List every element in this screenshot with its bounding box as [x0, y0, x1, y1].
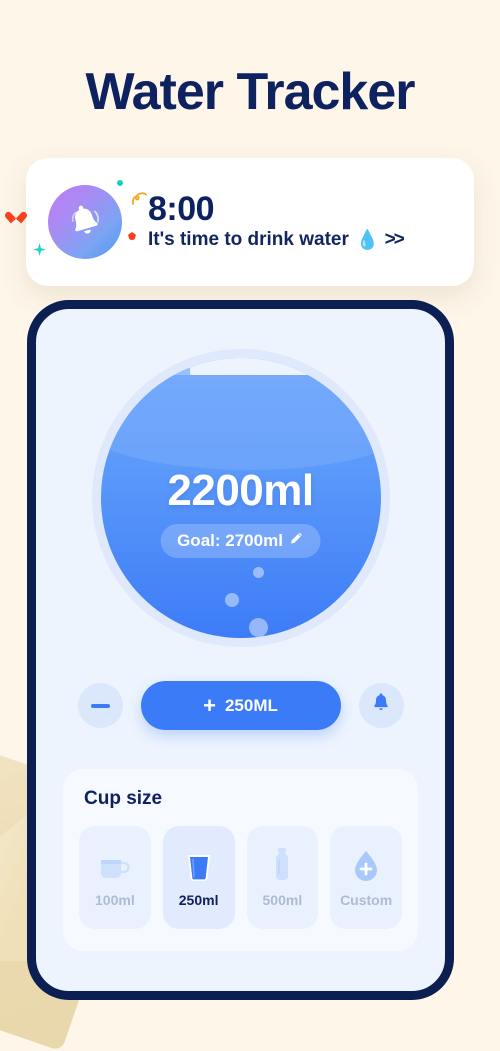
minus-icon — [90, 703, 110, 708]
decrease-water-button[interactable] — [77, 683, 123, 728]
cup-size-label: Custom — [340, 892, 393, 908]
cup-size-title: Cup size — [84, 788, 163, 809]
water-bubble — [224, 593, 239, 607]
confetti-heart-icon — [10, 210, 23, 222]
water-bubble — [252, 567, 264, 578]
water-progress-ring: 2200ml Goal: 2700ml — [91, 349, 390, 647]
plus-icon: + — [203, 692, 216, 718]
notification-text-block: 8:00 It's time to drink water 💧 >> — [148, 189, 405, 253]
chevron-forward-icon[interactable]: >> — [385, 229, 405, 251]
cup-size-label: 250ml — [178, 892, 219, 908]
water-wave-main — [100, 374, 381, 470]
goal-pill[interactable]: Goal: 2700ml — [160, 524, 321, 558]
cup-size-option-100ml[interactable]: 100ml — [79, 826, 151, 929]
cup-size-option-500ml[interactable]: 500ml — [246, 826, 319, 929]
bottle-icon — [269, 847, 295, 883]
page-title: Water Tracker — [85, 63, 415, 121]
notification-card[interactable]: 8:00 It's time to drink water 💧 >> — [26, 158, 474, 286]
action-row: + 250ML — [36, 681, 445, 730]
water-progress-circle[interactable]: 2200ml Goal: 2700ml — [100, 358, 381, 638]
cup-size-label: 500ml — [262, 892, 303, 908]
add-water-button[interactable]: + 250ML — [140, 681, 341, 730]
reminder-button[interactable] — [358, 683, 404, 728]
droplet-plus-icon — [351, 847, 381, 883]
water-drop-emoji: 💧 — [355, 230, 380, 252]
cup-size-card: Cup size 100ml 250ml 500ml Custom — [63, 769, 418, 951]
goal-label: Goal: 2700ml — [177, 531, 283, 550]
add-water-label: 250ML — [224, 695, 278, 715]
pencil-icon[interactable] — [289, 531, 304, 551]
water-amount-value: 2200ml — [167, 466, 314, 515]
confetti-squiggle-icon — [130, 190, 148, 213]
cup-size-label: 100ml — [95, 892, 135, 908]
confetti-dot-icon — [117, 180, 123, 186]
cup-icon — [182, 847, 216, 883]
notification-message: It's time to drink water — [148, 229, 349, 251]
notification-bell-icon — [48, 185, 122, 259]
mug-icon — [96, 847, 134, 883]
water-bubble — [248, 618, 268, 637]
cup-size-option-250ml[interactable]: 250ml — [162, 826, 235, 929]
cup-size-grid: 100ml 250ml 500ml Custom — [79, 826, 402, 929]
cup-size-option-custom[interactable]: Custom — [330, 826, 402, 929]
notification-time: 8:00 — [148, 189, 215, 228]
notification-message-row: It's time to drink water 💧 >> — [148, 228, 405, 252]
phone-mockup: 2200ml Goal: 2700ml + 250ML Cup size 100… — [27, 300, 454, 1000]
bell-icon — [370, 692, 392, 719]
